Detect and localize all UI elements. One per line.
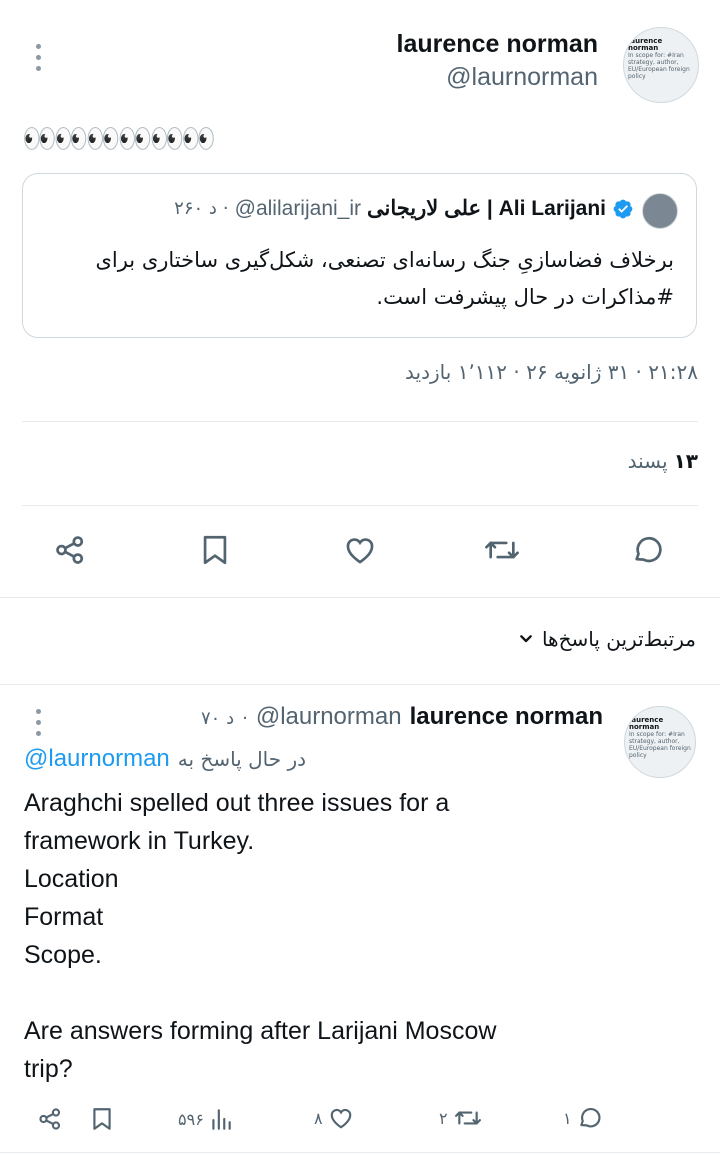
quoted-time: ۲۶۰ د [174,198,217,219]
repost-icon[interactable] [482,533,522,567]
divider [22,421,698,422]
reply-reposts-count: ۲ [439,1108,448,1128]
reply-views[interactable]: ۵۹۶ [178,1106,234,1132]
reply-avatar-bio: In scope for: #Iran strategy, author, EU… [629,731,691,759]
reply-likes-count: ۸ [314,1108,323,1128]
reply-reply-icon [576,1105,604,1131]
post-timestamp-views[interactable]: ۲۱:۲۸ · ۳۱ ژانویه ۲۶ · ۱٬۱۱۲ بازدید [405,360,698,384]
reply-text: Araghchi spelled out three issues for a … [24,784,624,1088]
section-divider [0,597,720,598]
reply-line: Location [24,865,119,893]
reply-reply[interactable]: ۱ [563,1105,604,1131]
reply-line: trip? [24,1055,73,1083]
quoted-avatar [642,193,678,229]
reply-avatar-name: laurence norman [629,716,664,731]
reply-author-name: laurence norman [409,703,603,730]
divider [22,505,698,506]
chevron-down-icon [518,631,534,647]
reply-header[interactable]: ۷۰ د · @laurnorman laurence norman [201,703,603,731]
author-name: laurence norman [396,30,598,58]
more-options-icon[interactable] [33,44,43,71]
post-author[interactable]: laurence norman @laurnorman [397,28,598,94]
author-handle: @laurnorman [446,63,598,91]
quoted-author-name: علی لاریجانی | Ali Larijani [367,197,606,220]
heart-icon[interactable] [342,533,378,567]
reply-heart-icon [327,1105,355,1131]
divider [0,1152,720,1153]
reply-like[interactable]: ۸ [314,1105,355,1131]
views-count: ۵۹۶ [178,1109,204,1129]
post-text: 👀👀👀👀👀👀 [22,122,216,155]
dot-separator: · [222,198,229,219]
likes-label: پسند [627,449,668,473]
reply-avatar[interactable]: laurence norman In scope for: #Iran stra… [624,706,696,778]
reply-line: Scope. [24,941,102,969]
reply-replies-count: ۱ [563,1108,572,1128]
replying-to: @laurnorman در حال پاسخ به [24,745,306,773]
avatar[interactable]: laurence norman In scope for: #Iran stra… [623,27,699,103]
avatar-bio: In scope for: #Iran strategy, author, EU… [628,52,690,80]
share-icon[interactable] [53,533,87,567]
reply-more-options-icon[interactable] [33,709,43,736]
verified-icon [612,198,634,220]
reply-line: Araghchi spelled out three issues for a [24,789,450,817]
reply-repost-icon [452,1105,484,1131]
quoted-text: برخلاف فضاسازیِ جنگ رسانه‌ای تصنعی، شکل‌… [95,248,674,309]
avatar-name: laurence norman [628,37,663,52]
divider [0,684,720,685]
reply-time: ۷۰ د [201,708,235,729]
likes-count-row[interactable]: پسند ۱۳ [628,449,698,473]
reply-share-icon[interactable] [37,1106,63,1132]
reply-line [24,974,624,1012]
reply-line: Format [24,903,104,931]
quoted-handle: @alilarijani_ir [234,196,361,220]
likes-count: ۱۳ [673,449,698,473]
bookmark-icon[interactable] [198,532,232,568]
sort-replies-dropdown[interactable]: مرتبط‌ترین پاسخ‌ها [518,627,696,651]
sort-label: مرتبط‌ترین پاسخ‌ها [541,627,696,651]
reply-author-handle: @laurnorman [255,703,402,730]
replying-to-link[interactable]: @laurnorman [24,745,170,773]
reply-line: framework in Turkey. [24,827,255,855]
reply-repost[interactable]: ۲ [439,1105,484,1131]
views-icon [208,1106,234,1132]
reply-bookmark-icon[interactable] [89,1105,115,1133]
reply-icon[interactable] [630,533,666,567]
reply-line: Are answers forming after Larijani Mosco… [24,1017,497,1045]
replying-to-prefix: در حال پاسخ به [177,747,307,771]
dot-separator: · [242,708,248,729]
quoted-tweet[interactable]: ۲۶۰ د · @alilarijani_ir علی لاریجانی | A… [22,173,697,338]
